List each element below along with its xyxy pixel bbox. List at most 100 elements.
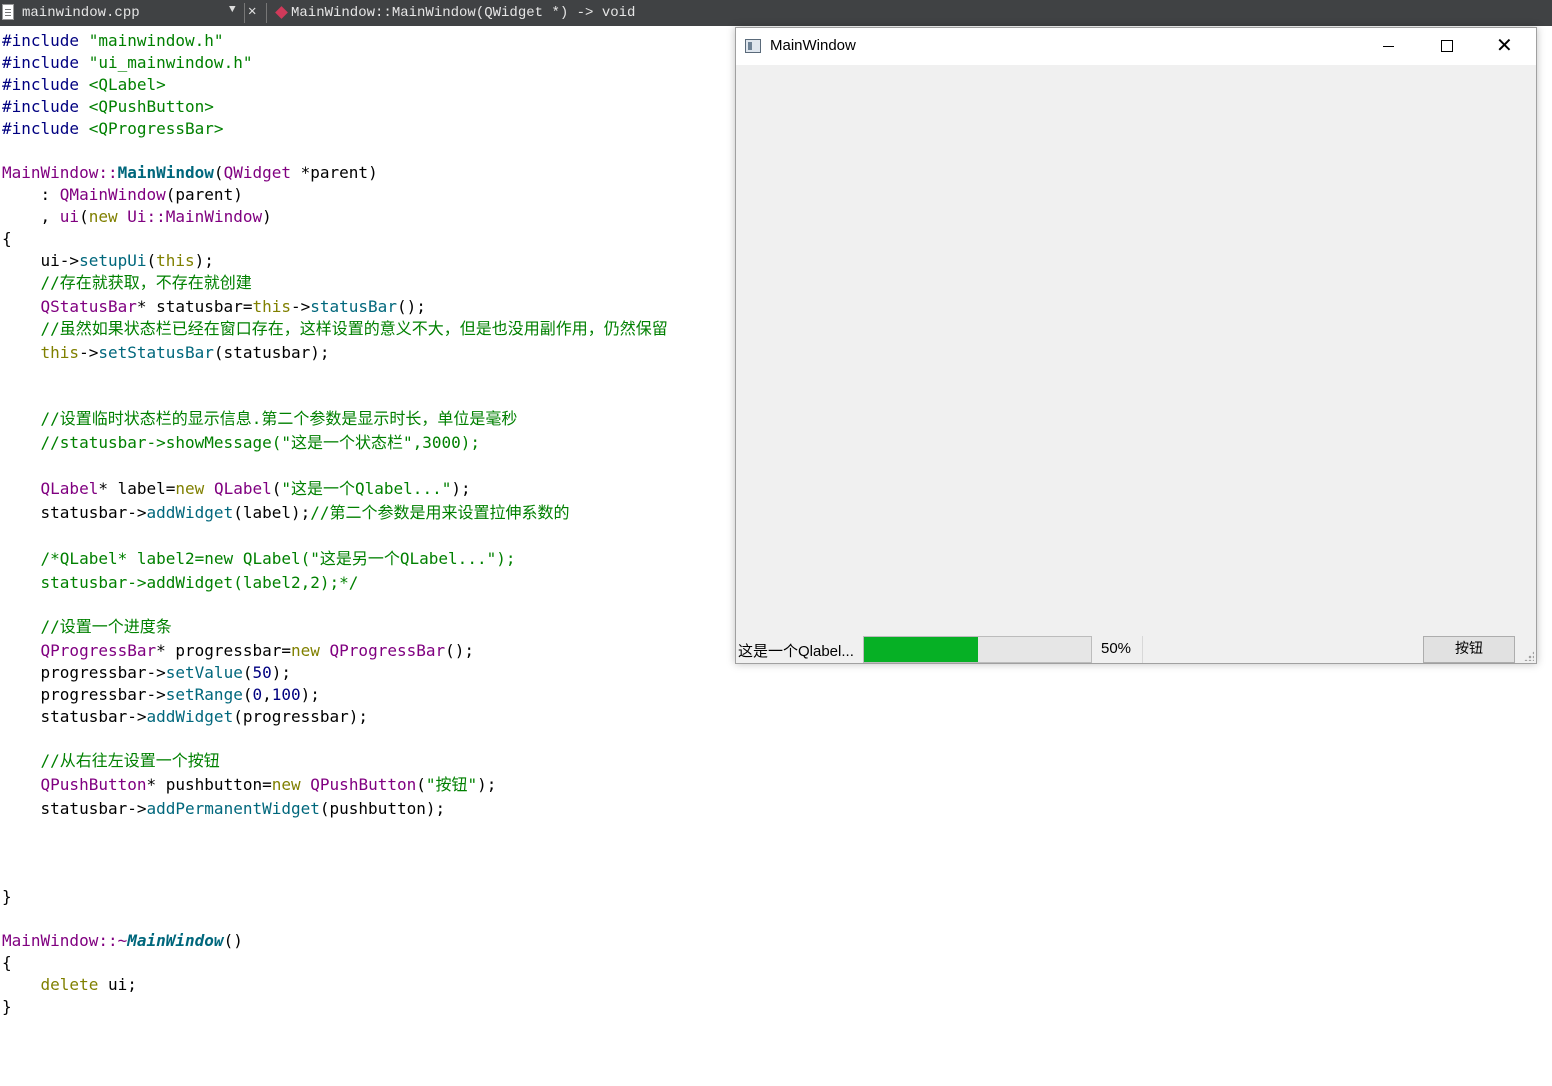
- tab-divider: [244, 3, 245, 23]
- code-line: QStatusBar* statusbar=this->statusBar();: [2, 296, 426, 318]
- code-token: setStatusBar: [98, 343, 214, 362]
- code-token: MainWindow: [2, 931, 99, 950]
- code-token: 50: [252, 663, 272, 682]
- code-token: statusbar->: [2, 799, 147, 818]
- code-token: (): [223, 931, 243, 950]
- code-token: ->: [290, 297, 311, 316]
- code-token: ,: [262, 685, 272, 704]
- code-token: statusbar->: [2, 503, 147, 522]
- code-token: "这是一个Qlabel...": [281, 479, 452, 498]
- code-token: MainWindow: [127, 931, 224, 950]
- code-token: *parent): [291, 163, 378, 182]
- code-token: ui: [59, 207, 80, 226]
- code-token: new: [290, 641, 320, 660]
- code-line: : QMainWindow(parent): [2, 184, 243, 206]
- code-comment: //虽然如果状态栏已经在窗口存在，这样设置的意义不大，但是也没用副作用，仍然保留: [2, 319, 668, 338]
- code-token: ();: [396, 297, 426, 316]
- code-token: }: [2, 887, 12, 906]
- code-token: ui;: [98, 975, 137, 994]
- code-line: statusbar->addWidget(label);//第二个参数是用来设置…: [2, 502, 570, 524]
- code-token: (statusbar);: [213, 343, 330, 362]
- code-token: ): [262, 207, 272, 226]
- code-line: this->setStatusBar(statusbar);: [2, 342, 330, 364]
- code-token: addWidget: [146, 707, 234, 726]
- code-token: 0: [252, 685, 263, 704]
- code-token: this: [156, 251, 195, 270]
- window-title: MainWindow: [770, 37, 856, 54]
- code-line: QProgressBar* progressbar=new QProgressB…: [2, 640, 475, 662]
- code-token: (: [416, 775, 426, 794]
- code-line: delete ui;: [2, 974, 137, 996]
- code-token: "按钮": [425, 775, 478, 794]
- code-line: statusbar->addPermanentWidget(pushbutton…: [2, 798, 446, 820]
- code-token: (: [271, 479, 282, 498]
- code-token: QPushButton: [310, 775, 417, 794]
- close-icon[interactable]: ✕: [248, 3, 256, 20]
- close-button[interactable]: ✕: [1476, 28, 1534, 65]
- code-token: <QProgressBar>: [88, 119, 224, 138]
- code-token: QProgressBar: [329, 641, 446, 660]
- function-signature-dropdown[interactable]: MainWindow::MainWindow(QWidget *) -> voi…: [291, 5, 635, 21]
- code-token: addPermanentWidget: [146, 799, 320, 818]
- code-line: }: [2, 886, 12, 908]
- minimize-button[interactable]: [1359, 28, 1417, 65]
- main-window[interactable]: MainWindow ✕ 这是一个Qlabel... 50% 按钮: [735, 27, 1537, 664]
- code-token: #include: [2, 97, 80, 116]
- code-token: setupUi: [79, 251, 147, 270]
- code-token: (parent): [165, 185, 243, 204]
- code-comment: statusbar->addWidget(label2,2);*/: [2, 573, 359, 592]
- code-line: {: [2, 228, 12, 250]
- code-token: setValue: [165, 663, 243, 682]
- code-line: #include "ui_mainwindow.h": [2, 52, 252, 74]
- code-token: ,: [2, 207, 60, 226]
- window-titlebar[interactable]: MainWindow ✕: [736, 28, 1536, 65]
- code-line: #include <QPushButton>: [2, 96, 214, 118]
- progress-fill: [864, 637, 978, 662]
- code-token: addWidget: [146, 503, 234, 522]
- code-line: ui->setupUi(this);: [2, 250, 214, 272]
- file-icon: [2, 4, 14, 20]
- size-grip-icon[interactable]: [1524, 651, 1534, 661]
- code-token: "mainwindow.h": [88, 31, 224, 50]
- code-line: {: [2, 952, 12, 974]
- maximize-button[interactable]: [1417, 28, 1475, 65]
- tab-divider: [266, 3, 267, 23]
- code-token: ::: [146, 207, 166, 226]
- code-comment: //设置一个进度条: [2, 617, 172, 636]
- code-token: QLabel: [213, 479, 272, 498]
- code-token: new: [175, 479, 205, 498]
- code-token: ui->: [2, 251, 80, 270]
- progress-bar: [863, 636, 1092, 663]
- chevron-down-icon[interactable]: ▼: [229, 4, 236, 16]
- code-token: QMainWindow: [59, 185, 166, 204]
- code-token: MainWindow: [2, 163, 99, 182]
- code-token: QWidget: [223, 163, 291, 182]
- code-token: QLabel: [40, 479, 99, 498]
- code-token: ::: [98, 163, 118, 182]
- code-token: QStatusBar: [40, 297, 137, 316]
- code-comment: /*QLabel* label2=new QLabel("这是另一个QLabel…: [2, 549, 516, 568]
- code-token: #include: [2, 31, 80, 50]
- code-line: MainWindow::MainWindow(QWidget *parent): [2, 162, 378, 184]
- code-token: * statusbar=: [136, 297, 253, 316]
- code-token: (: [79, 207, 89, 226]
- code-token: progressbar->: [2, 663, 166, 682]
- file-name-tab[interactable]: mainwindow.cpp: [22, 5, 140, 21]
- code-token: * label=: [98, 479, 176, 498]
- code-token: setRange: [165, 685, 243, 704]
- code-token: QProgressBar: [40, 641, 157, 660]
- code-line: #include <QProgressBar>: [2, 118, 224, 140]
- code-token: );: [477, 775, 497, 794]
- code-token: {: [2, 229, 12, 248]
- push-button[interactable]: 按钮: [1423, 636, 1515, 663]
- close-icon: ✕: [1496, 33, 1513, 57]
- code-token: delete: [40, 975, 99, 994]
